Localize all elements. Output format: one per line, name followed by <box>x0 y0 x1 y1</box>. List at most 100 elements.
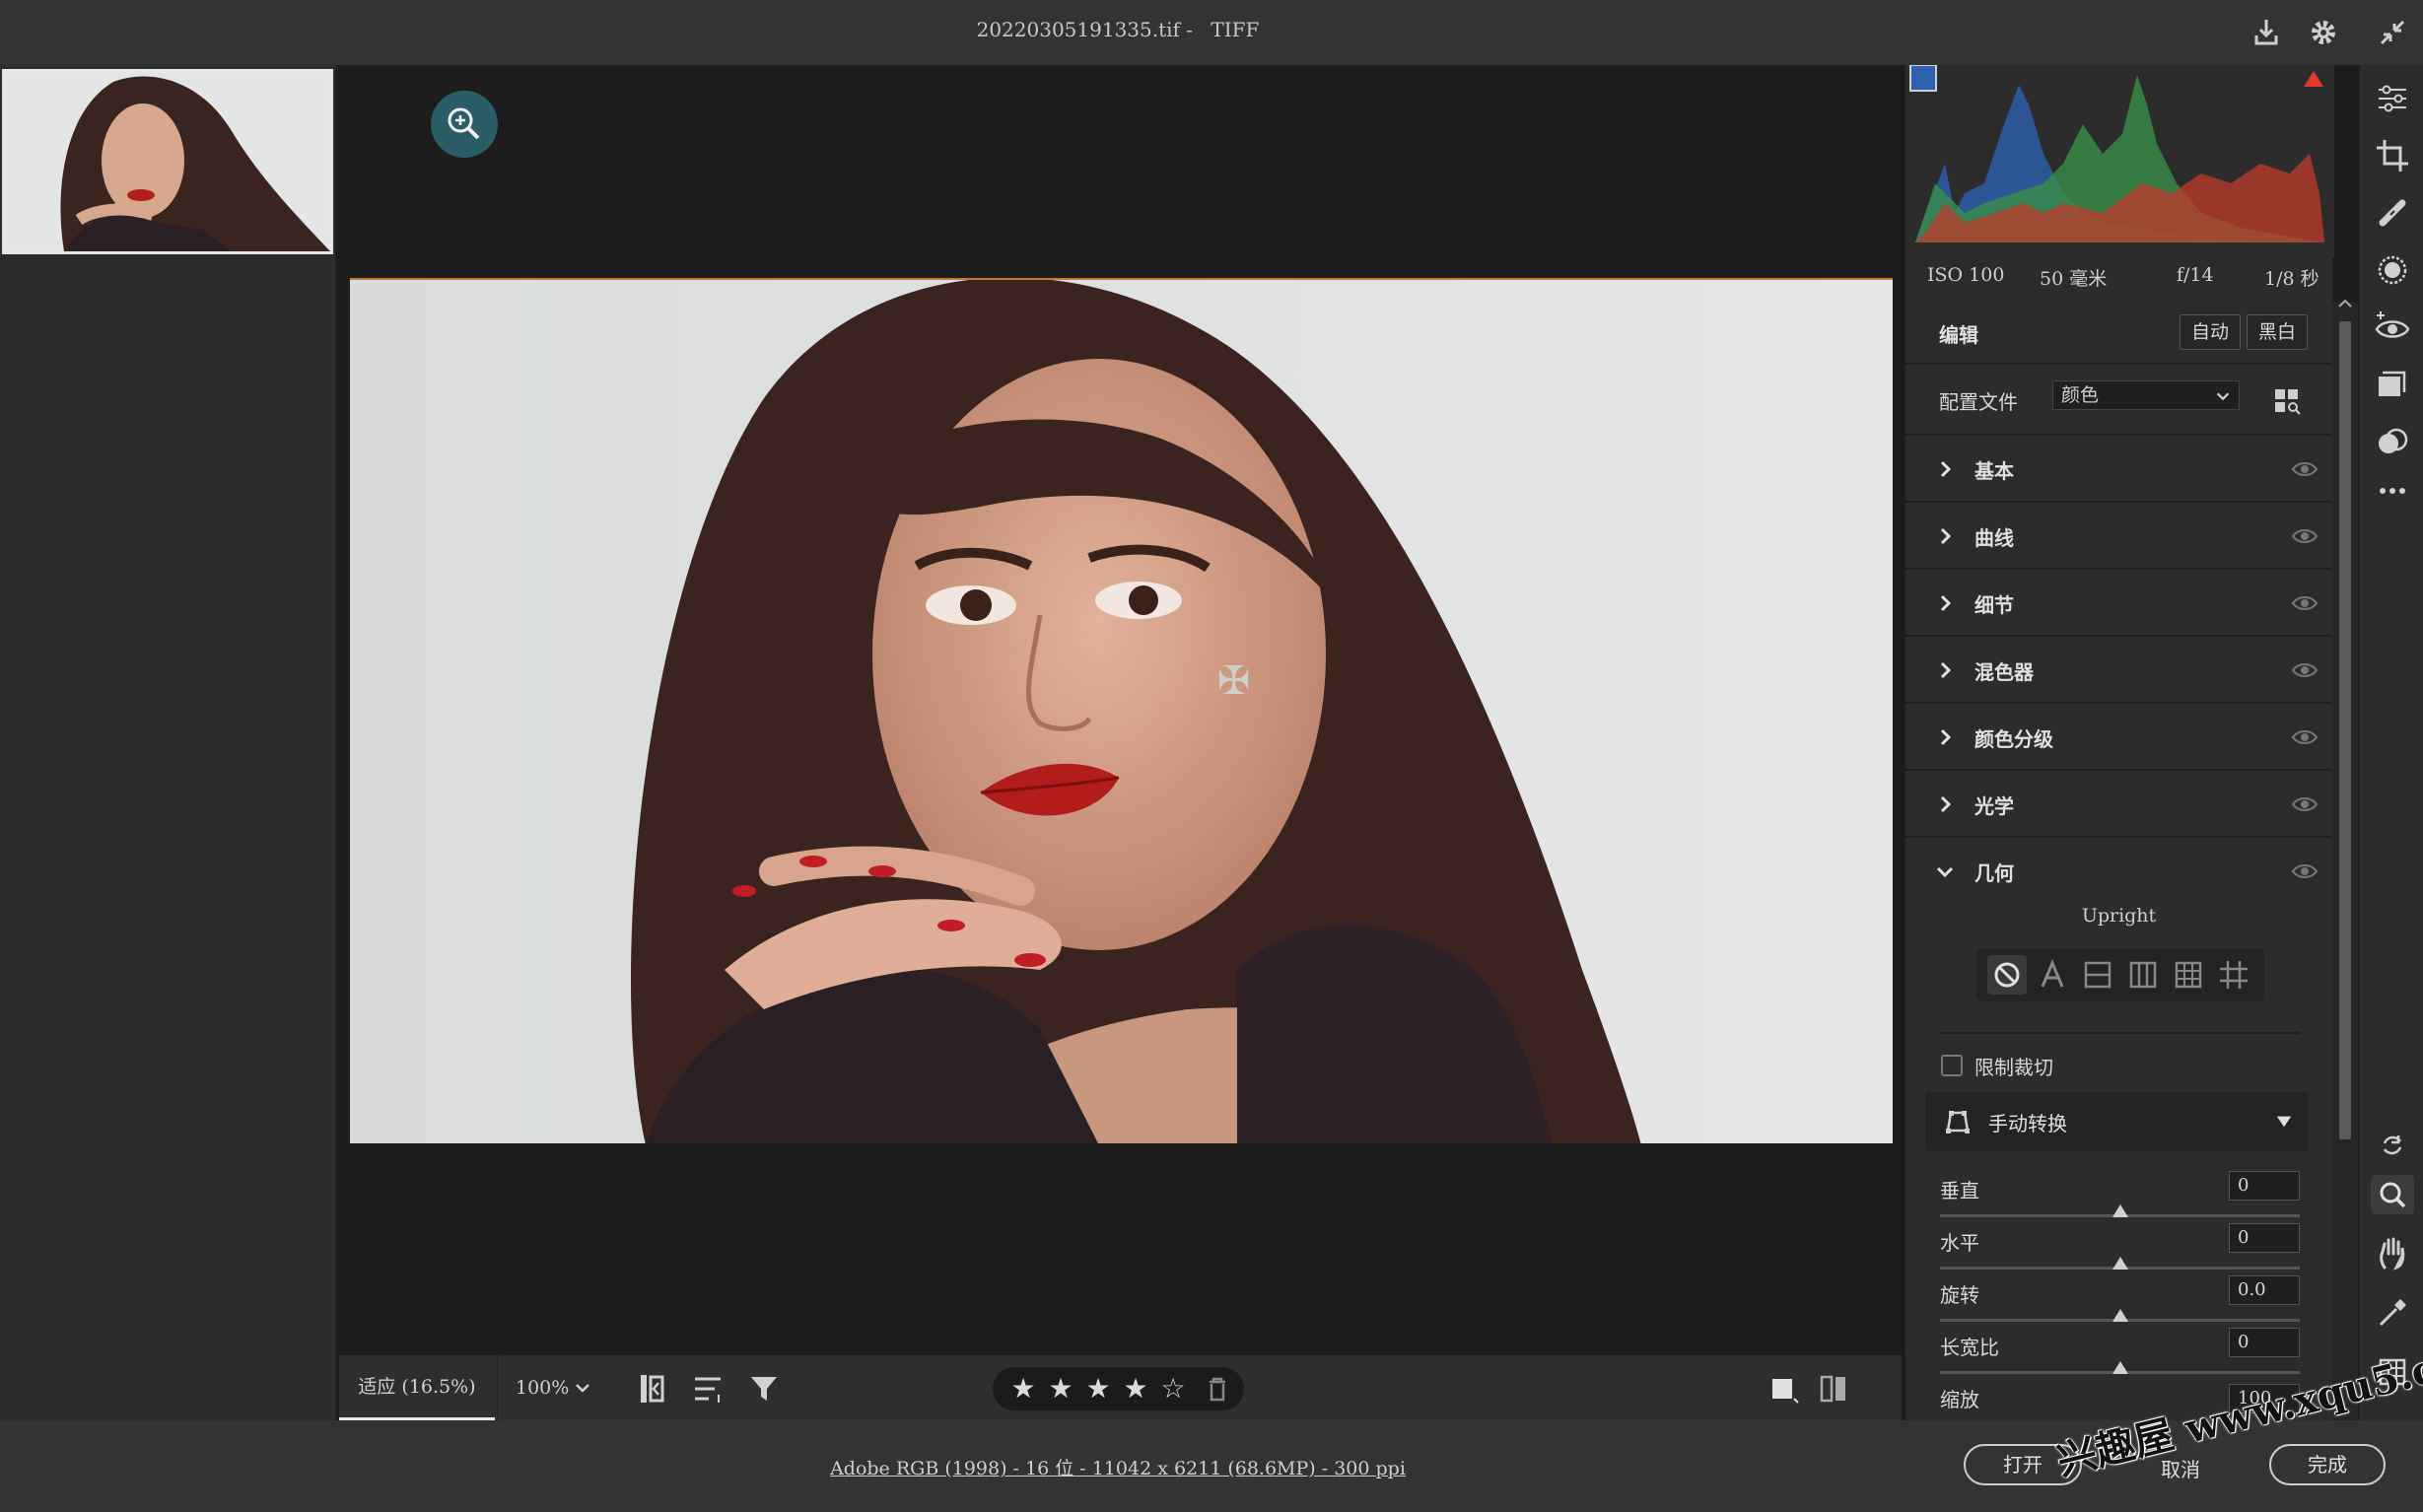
exif-info: ISO 100 50 毫米 f/14 1/8 秒 <box>1905 258 2334 296</box>
eye-icon[interactable] <box>2291 727 2319 747</box>
section-optics[interactable]: 光学 <box>1905 771 2332 838</box>
slider-aspect[interactable]: 长宽比 0 <box>1940 1328 2300 1383</box>
auto-button[interactable]: 自动 <box>2180 314 2241 350</box>
eye-icon[interactable] <box>2291 660 2319 680</box>
profile-value: 颜色 <box>2061 384 2100 406</box>
section-color-grading[interactable]: 颜色分级 <box>1905 704 2332 771</box>
healing-brush-icon[interactable] <box>2373 193 2412 233</box>
upright-off-button[interactable] <box>1987 955 2027 995</box>
edit-sliders-icon[interactable] <box>2373 79 2412 118</box>
image-canvas[interactable]: ✠ <box>339 65 1902 1354</box>
profile-select[interactable]: 颜色 <box>2052 380 2240 410</box>
scrollbar-thumb[interactable] <box>2339 321 2351 1139</box>
masking-icon[interactable] <box>2373 250 2412 290</box>
done-button[interactable]: 完成 <box>2269 1444 2386 1485</box>
profile-row: 配置文件 颜色 <box>1905 365 2332 436</box>
transform-icon <box>1946 1111 1970 1134</box>
white-balance-icon[interactable] <box>2373 1293 2412 1333</box>
zoom-tool-icon[interactable] <box>2371 1175 2414 1214</box>
chevron-right-icon <box>1940 460 1952 478</box>
filmstrip-toggle-icon[interactable] <box>633 1369 672 1409</box>
exif-aperture: f/14 <box>2177 264 2214 286</box>
profile-browser-icon[interactable] <box>2272 386 2302 416</box>
slider-handle[interactable] <box>2111 1204 2128 1217</box>
black-white-button[interactable]: 黑白 <box>2247 314 2308 350</box>
star-2[interactable]: ★ <box>1044 1372 1077 1406</box>
panel-scrollbar[interactable] <box>2332 299 2358 1420</box>
constrain-crop-label: 限制裁切 <box>1974 1056 2053 1079</box>
section-color-mixer[interactable]: 混色器 <box>1905 637 2332 704</box>
slider-value-input[interactable]: 0 <box>2229 1171 2300 1201</box>
slider-handle[interactable] <box>2111 1361 2128 1374</box>
filmstrip <box>0 65 337 1420</box>
presets-icon[interactable] <box>2373 365 2412 404</box>
manual-transform-label: 手动转换 <box>1988 1112 2067 1135</box>
svg-text:✠: ✠ <box>1217 658 1251 704</box>
hand-tool-icon[interactable] <box>2373 1234 2412 1273</box>
upright-guided-button[interactable] <box>2214 955 2253 995</box>
compare-view-icon[interactable] <box>1814 1369 1853 1409</box>
upright-vertical-button[interactable] <box>2123 955 2163 995</box>
slider-vertical[interactable]: 垂直 0 <box>1940 1171 2300 1226</box>
filmstrip-thumbnail[interactable] <box>2 69 333 254</box>
upright-full-button[interactable] <box>2169 955 2208 995</box>
rotate-icon[interactable] <box>2373 1126 2412 1165</box>
triangle-down-icon[interactable] <box>2275 1113 2293 1131</box>
crop-icon[interactable] <box>2373 136 2412 175</box>
star-4[interactable]: ★ <box>1119 1372 1152 1406</box>
upright-auto-button[interactable] <box>2033 955 2072 995</box>
section-basic[interactable]: 基本 <box>1905 436 2332 503</box>
upright-level-button[interactable] <box>2078 955 2117 995</box>
slider-label: 旋转 <box>1940 1283 1979 1307</box>
section-geometry[interactable]: 几何 <box>1905 838 2332 905</box>
chevron-right-icon <box>1940 728 1952 746</box>
slider-rotate[interactable]: 旋转 0.0 <box>1940 1275 2300 1331</box>
constrain-crop-checkbox[interactable] <box>1941 1055 1963 1076</box>
chevron-down-icon[interactable] <box>574 1379 591 1397</box>
section-label: 颜色分级 <box>1974 727 2053 751</box>
fit-zoom-button[interactable]: 适应 (16.5%) <box>339 1355 495 1421</box>
section-detail[interactable]: 细节 <box>1905 570 2332 637</box>
zoom-in-button[interactable] <box>431 91 498 158</box>
slider-handle[interactable] <box>2111 1309 2128 1322</box>
slider-label: 垂直 <box>1940 1179 1979 1203</box>
edit-header: 编辑 自动 黑白 <box>1905 302 2332 365</box>
manual-transform-header[interactable]: 手动转换 <box>1925 1092 2309 1151</box>
slider-value-input[interactable]: 0.0 <box>2229 1275 2300 1305</box>
slider-value-input[interactable]: 0 <box>2229 1328 2300 1357</box>
sort-icon[interactable] <box>689 1369 728 1409</box>
workflow-options-link[interactable]: Adobe RGB (1998) - 16 位 - 11042 x 6211 (… <box>0 1454 2236 1480</box>
exif-focal-length: 50 毫米 <box>2040 268 2108 290</box>
red-eye-icon[interactable] <box>2373 308 2412 347</box>
chevron-up-icon[interactable] <box>2332 294 2358 313</box>
eye-icon[interactable] <box>2291 861 2319 881</box>
save-icon[interactable] <box>2248 14 2285 51</box>
trash-icon[interactable] <box>1200 1372 1235 1406</box>
snapshots-icon[interactable] <box>2373 422 2412 461</box>
star-rating[interactable]: ★ ★ ★ ★ ☆ <box>993 1367 1244 1410</box>
eye-icon[interactable] <box>2291 526 2319 546</box>
slider-handle[interactable] <box>2111 1257 2128 1270</box>
section-curves[interactable]: 曲线 <box>1905 503 2332 570</box>
chevron-right-icon <box>1940 795 1952 813</box>
slider-value-input[interactable]: 0 <box>2229 1223 2300 1253</box>
exif-iso: ISO 100 <box>1927 264 2005 286</box>
gear-icon[interactable] <box>2305 14 2342 51</box>
star-3[interactable]: ★ <box>1081 1372 1115 1406</box>
filter-icon[interactable] <box>745 1369 785 1409</box>
thumbnail-image <box>5 72 330 251</box>
slider-label: 水平 <box>1940 1231 1979 1255</box>
eye-icon[interactable] <box>2291 794 2319 814</box>
portrait-image: ✠ <box>350 280 1893 1143</box>
single-view-icon[interactable] <box>1765 1369 1804 1409</box>
shadow-clipping-icon[interactable] <box>1909 64 1937 92</box>
collapse-icon[interactable] <box>2374 14 2411 51</box>
exif-shutter: 1/8 秒 <box>2264 268 2319 290</box>
chevron-down-icon <box>2216 392 2230 401</box>
star-1[interactable]: ★ <box>1006 1372 1040 1406</box>
more-icon[interactable] <box>2373 471 2412 511</box>
star-5[interactable]: ☆ <box>1156 1372 1190 1406</box>
eye-icon[interactable] <box>2291 593 2319 613</box>
slider-horizontal[interactable]: 水平 0 <box>1940 1223 2300 1278</box>
eye-icon[interactable] <box>2291 459 2319 479</box>
